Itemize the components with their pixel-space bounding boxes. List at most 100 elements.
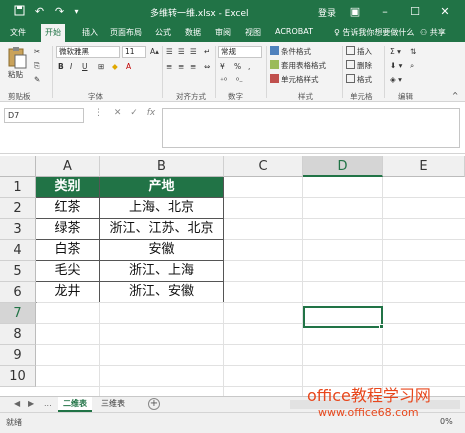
worksheet-grid[interactable]: A B C D E 1 2 3 4 5 6 7 8 9 10 类别 产地 红茶 … [0,156,465,396]
sheet-nav-next-icon[interactable]: ▶ [28,399,34,408]
row-header[interactable]: 2 [0,198,36,219]
tab-view[interactable]: 视图 [245,27,261,38]
more-icon[interactable]: ⋮ [94,108,103,118]
underline-button[interactable]: U [82,61,88,73]
column-header[interactable]: E [383,156,465,177]
row-header-selected[interactable]: 7 [0,303,36,324]
window-title: 多维转一维.xlsx - Excel [150,9,249,19]
close-icon[interactable]: ✕ [435,4,455,19]
sheet-nav-prev-icon[interactable]: ◀ [14,399,20,408]
ribbon-display-icon[interactable]: ▣ [345,4,365,19]
autosum-icon[interactable]: Σ ▾ [390,46,401,58]
tell-me-text: 告诉我你想要做什么 [342,28,415,37]
insert-function-icon[interactable]: fx [147,108,156,118]
share-button[interactable]: ⚇ 共享 [420,27,446,38]
format-cells-button[interactable]: 格式 [346,74,372,86]
number-format-select[interactable]: 常规 [218,46,262,58]
column-header[interactable]: A [36,156,100,177]
undo-icon[interactable]: ↶ [33,5,46,18]
column-header-selected[interactable]: D [303,156,383,177]
fill-handle[interactable] [379,324,384,329]
copy-icon[interactable]: ⎘ [34,60,40,72]
cancel-icon[interactable]: ✕ [114,108,122,118]
active-cell-d7[interactable] [303,306,383,328]
redo-icon[interactable]: ↷ [53,5,66,18]
font-name-select[interactable]: 微软雅黑 [56,46,120,58]
login-button[interactable]: 登录 [318,6,336,19]
align-top-icon[interactable]: ☰ [166,46,173,58]
grow-font-icon[interactable]: A▴ [150,46,159,58]
group-styles: 样式 [298,92,313,101]
currency-icon[interactable]: ¥ [220,61,225,73]
align-left-icon[interactable]: ≡ [166,61,172,73]
tab-page-layout[interactable]: 页面布局 [110,27,142,38]
cell-styles-button[interactable]: 单元格样式 [270,74,319,86]
tab-review[interactable]: 审阅 [215,27,231,38]
tab-file[interactable]: 文件 [10,27,26,38]
row-header[interactable]: 10 [0,366,36,387]
sheet-tab[interactable]: 三维表 [96,397,130,412]
clear-icon[interactable]: ◈ ▾ [390,74,402,86]
column-header[interactable]: C [224,156,303,177]
align-bottom-icon[interactable]: ☰ [190,46,197,58]
name-box[interactable]: D7 [4,108,84,123]
save-icon[interactable] [13,5,26,18]
italic-button[interactable]: I [70,61,72,73]
collapse-ribbon-icon[interactable]: ^ [452,90,458,102]
row-header[interactable]: 8 [0,324,36,345]
tab-home[interactable]: 开始 [41,24,65,42]
align-middle-icon[interactable]: ☰ [178,46,185,58]
percent-button[interactable]: % [234,61,241,73]
wrap-text-icon[interactable]: ↵ [204,46,210,58]
select-all-corner[interactable] [0,156,36,177]
row-header[interactable]: 5 [0,261,36,282]
increase-decimal-icon[interactable]: ⁺⁰ [220,75,227,87]
row-header[interactable]: 9 [0,345,36,366]
enter-icon[interactable]: ✓ [130,108,138,118]
tell-me-box[interactable]: ♀ 告诉我你想要做什么 [334,27,414,38]
tab-insert[interactable]: 插入 [82,27,98,38]
conditional-format-button[interactable]: 条件格式 [270,46,311,58]
watermark-title: office教程学习网 [307,386,431,405]
row-header[interactable]: 1 [0,177,36,198]
delete-cells-button[interactable]: 删除 [346,60,372,72]
merge-icon[interactable]: ⇔ [204,61,210,73]
formula-input[interactable] [162,108,460,148]
font-size-select[interactable]: 11 [122,46,146,58]
align-center-icon[interactable]: ≡ [178,61,184,73]
tab-acrobat[interactable]: ACROBAT [275,27,313,36]
row-header[interactable]: 4 [0,240,36,261]
sort-filter-icon[interactable]: ⇅ [410,46,416,58]
insert-cells-button[interactable]: 插入 [346,46,372,58]
tab-formulas[interactable]: 公式 [155,27,171,38]
row-header[interactable]: 3 [0,219,36,240]
cut-icon[interactable]: ✂ [34,46,40,58]
bold-button[interactable]: B [58,61,64,73]
tab-data[interactable]: 数据 [185,27,201,38]
customize-icon[interactable]: ▾ [70,5,83,18]
align-right-icon[interactable]: ≡ [190,61,196,73]
format-as-table-button[interactable]: 套用表格格式 [270,60,326,72]
decrease-decimal-icon[interactable]: ⁰₋ [236,75,243,87]
comma-button[interactable]: , [248,61,250,73]
sheet-tab-active[interactable]: 二维表 [58,397,92,412]
row-header[interactable]: 6 [0,282,36,303]
ribbon-tabs: 文件 开始 插入 页面布局 公式 数据 审阅 视图 ACROBAT ♀ 告诉我你… [0,24,465,42]
format-painter-icon[interactable]: ✎ [34,74,40,86]
group-divider [342,46,343,98]
formula-bar: D7 ⋮ ✕ ✓ fx [0,102,465,154]
font-color-icon[interactable]: A [126,61,131,73]
paste-button[interactable] [6,46,28,70]
group-editing: 编辑 [398,92,413,101]
minimize-icon[interactable]: – [375,4,395,19]
find-icon[interactable]: ⌕ [410,60,414,72]
fill-color-icon[interactable]: ◆ [112,61,118,73]
maximize-icon[interactable]: ☐ [405,4,425,19]
add-sheet-icon[interactable]: + [148,398,160,410]
column-header[interactable]: B [100,156,224,177]
zoom-level[interactable]: 0% [440,417,453,426]
format-as-table-label: 套用表格格式 [281,61,326,70]
borders-icon[interactable]: ⊞ [98,61,104,73]
sheet-nav-more[interactable]: ... [44,399,52,408]
fill-icon[interactable]: ⬇ ▾ [390,60,402,72]
